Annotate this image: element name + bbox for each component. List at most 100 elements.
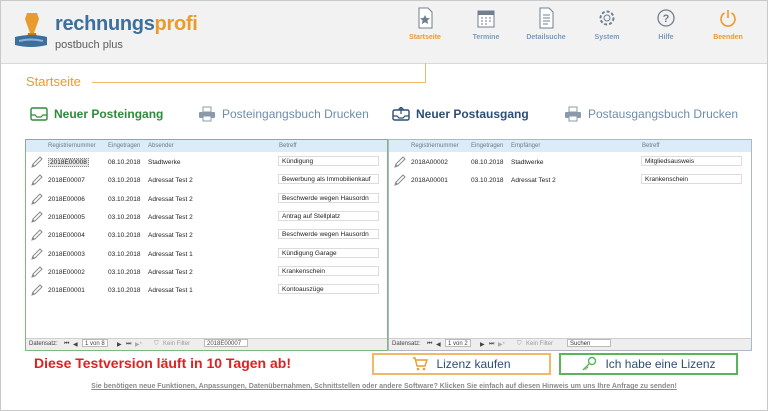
table-row[interactable]: 2018E00007 03.10.2018 Adressat Test 2 Bewer…	[26, 171, 387, 189]
new-incoming-label: Neuer Posteingang	[54, 107, 164, 121]
cell-betreff: Kündigung	[278, 156, 379, 166]
have-license-button[interactable]: Ich habe eine Lizenz	[559, 353, 738, 375]
cell-party: Stadtwerke	[148, 159, 181, 166]
nav-startseite[interactable]: Startseite	[403, 7, 447, 55]
nav-label: Hilfe	[658, 34, 674, 41]
table-row[interactable]: 2018E00003 03.10.2018 Adressat Test 1 Kündi…	[26, 245, 387, 263]
cell-registriernummer: 2018E00005	[48, 213, 85, 221]
edit-pencil-icon[interactable]	[30, 247, 44, 263]
pager-position-field[interactable]: 1 von 8	[82, 339, 108, 347]
pager-last-button[interactable]: ⏭	[489, 341, 494, 348]
edit-pencil-icon[interactable]	[30, 265, 44, 281]
print-incoming-label: Posteingangsbuch Drucken	[222, 107, 369, 121]
record-navigator: Datensatz: ⏮ ◀ 1 von 8 ▶ ⏭ ▶* ⛉ Kein Fil…	[26, 338, 387, 350]
pager-first-button[interactable]: ⏮	[427, 341, 432, 348]
nav-system[interactable]: System	[589, 7, 625, 55]
nav-label: System	[594, 34, 620, 41]
gear-icon	[599, 10, 615, 26]
filter-icon: ⛉	[517, 341, 522, 347]
cell-betreff: Bewerbung als Immobilienkauf	[278, 174, 379, 185]
new-outgoing-button[interactable]: Neuer Postausgang	[392, 105, 529, 123]
brand-part1: rechnungs	[55, 13, 155, 35]
cell-party: Adressat Test 2	[148, 268, 193, 276]
table-row[interactable]: 2018E00006 03.10.2018 Adressat Test 2 Besch…	[26, 190, 387, 208]
nav-beenden[interactable]: Beenden	[709, 7, 747, 55]
cell-eingetragen: 03.10.2018	[108, 213, 141, 221]
pager-next-button[interactable]: ▶	[480, 341, 485, 348]
pager-prev-button[interactable]: ◀	[73, 341, 78, 348]
cell-betreff: Beschwerde wegen Hausordn	[278, 229, 379, 240]
outgoing-table: Registriernummer Eingetragen Empfänger B…	[388, 139, 752, 351]
product-subtitle: postbuch plus	[55, 39, 123, 51]
filter-icon: ⛉	[154, 341, 159, 347]
col-header: Eingetragen	[471, 143, 504, 149]
cell-registriernummer: 2018E00007	[48, 177, 85, 185]
col-header: Betreff	[642, 143, 660, 149]
print-outgoing-button[interactable]: Postausgangsbuch Drucken	[564, 105, 738, 123]
table-row[interactable]: 2018E00004 03.10.2018 Adressat Test 2 Besch…	[26, 226, 387, 244]
cell-registriernummer: 2018E00003	[48, 250, 85, 258]
table-row[interactable]: 2018A00001 03.10.2018 Adressat Test 2 Krank…	[389, 171, 751, 189]
cell-registriernummer: 2018E00008	[48, 158, 89, 167]
edit-pencil-icon[interactable]	[30, 283, 44, 299]
brand-name: rechnungsprofi	[55, 13, 198, 36]
edit-pencil-icon[interactable]	[393, 173, 407, 189]
print-incoming-button[interactable]: Posteingangsbuch Drucken	[198, 105, 369, 123]
pager-new-button[interactable]: ▶*	[498, 341, 505, 348]
table-row[interactable]: 2018E00005 03.10.2018 Adressat Test 2 Antra…	[26, 208, 387, 226]
pager-last-button[interactable]: ⏭	[126, 341, 131, 348]
new-incoming-button[interactable]: Neuer Posteingang	[30, 105, 163, 123]
table-row[interactable]: 2018A00002 08.10.2018 Stadtwerke Mitgliedsa…	[389, 153, 751, 171]
cell-betreff: Mitgliedsausweis	[641, 156, 742, 166]
edit-pencil-icon[interactable]	[30, 228, 44, 244]
contact-request-link[interactable]: Sie benötigen neue Funktionen, Anpassung…	[0, 383, 768, 390]
col-header: Registriernummer	[411, 143, 459, 149]
table-row[interactable]: 2018E00002 03.10.2018 Adressat Test 2 Krank…	[26, 263, 387, 281]
cart-icon	[413, 357, 429, 371]
nav-label: Termine	[472, 34, 500, 41]
filter-status[interactable]: Kein Filter	[526, 341, 553, 347]
help-icon: ?	[657, 9, 675, 27]
cell-party: Adressat Test 2	[148, 232, 193, 240]
cell-party: Adressat Test 2	[148, 177, 193, 185]
cell-registriernummer: 2018E00006	[48, 195, 85, 203]
search-input[interactable]: 2018E00007	[204, 339, 248, 347]
power-icon	[720, 10, 736, 27]
edit-pencil-icon[interactable]	[30, 155, 44, 171]
edit-pencil-icon[interactable]	[30, 210, 44, 226]
cell-eingetragen: 03.10.2018	[108, 177, 141, 185]
title-divider	[92, 82, 425, 83]
brand-part2: profi	[154, 13, 198, 35]
nav-termine[interactable]: Termine	[465, 7, 507, 55]
cell-party: Adressat Test 2	[148, 213, 193, 221]
table-row[interactable]: 2018E00001 03.10.2018 Adressat Test 1 Konto…	[26, 281, 387, 299]
incoming-table: Registriernummer Eingetragen Absender Be…	[25, 139, 388, 351]
cell-registriernummer: 2018E00004	[48, 232, 85, 240]
pager-first-button[interactable]: ⏮	[64, 341, 69, 348]
outbox-icon	[392, 107, 410, 121]
nav-label: Beenden	[713, 34, 743, 41]
search-input[interactable]: Suchen	[567, 339, 611, 347]
pager-position-field[interactable]: 1 von 2	[445, 339, 471, 347]
cell-party: Adressat Test 2	[511, 177, 556, 185]
edit-pencil-icon[interactable]	[30, 192, 44, 208]
nav-detailsuche[interactable]: Detailsuche	[522, 7, 570, 55]
edit-pencil-icon[interactable]	[393, 155, 407, 171]
nav-label: Detailsuche	[526, 34, 566, 41]
buy-license-button[interactable]: Lizenz kaufen	[372, 353, 551, 375]
have-license-label: Ich habe eine Lizenz	[605, 357, 716, 371]
pager-prev-button[interactable]: ◀	[436, 341, 441, 348]
pager-label: Datensatz:	[392, 341, 421, 347]
col-header: Empfänger	[511, 143, 541, 149]
nav-hilfe[interactable]: ? Hilfe	[651, 7, 681, 55]
pager-next-button[interactable]: ▶	[117, 341, 122, 348]
edit-pencil-icon[interactable]	[30, 173, 44, 189]
cell-eingetragen: 03.10.2018	[108, 287, 141, 295]
key-icon	[582, 356, 597, 371]
table-row[interactable]: 2018E00008 08.10.2018 Stadtwerke Kündigung	[26, 153, 387, 171]
cell-registriernummer: 2018E00001	[48, 287, 85, 295]
filter-status[interactable]: Kein Filter	[163, 341, 190, 347]
col-header: Eingetragen	[108, 143, 141, 149]
pager-new-button[interactable]: ▶*	[135, 341, 142, 348]
page-title: Startseite	[26, 74, 81, 89]
